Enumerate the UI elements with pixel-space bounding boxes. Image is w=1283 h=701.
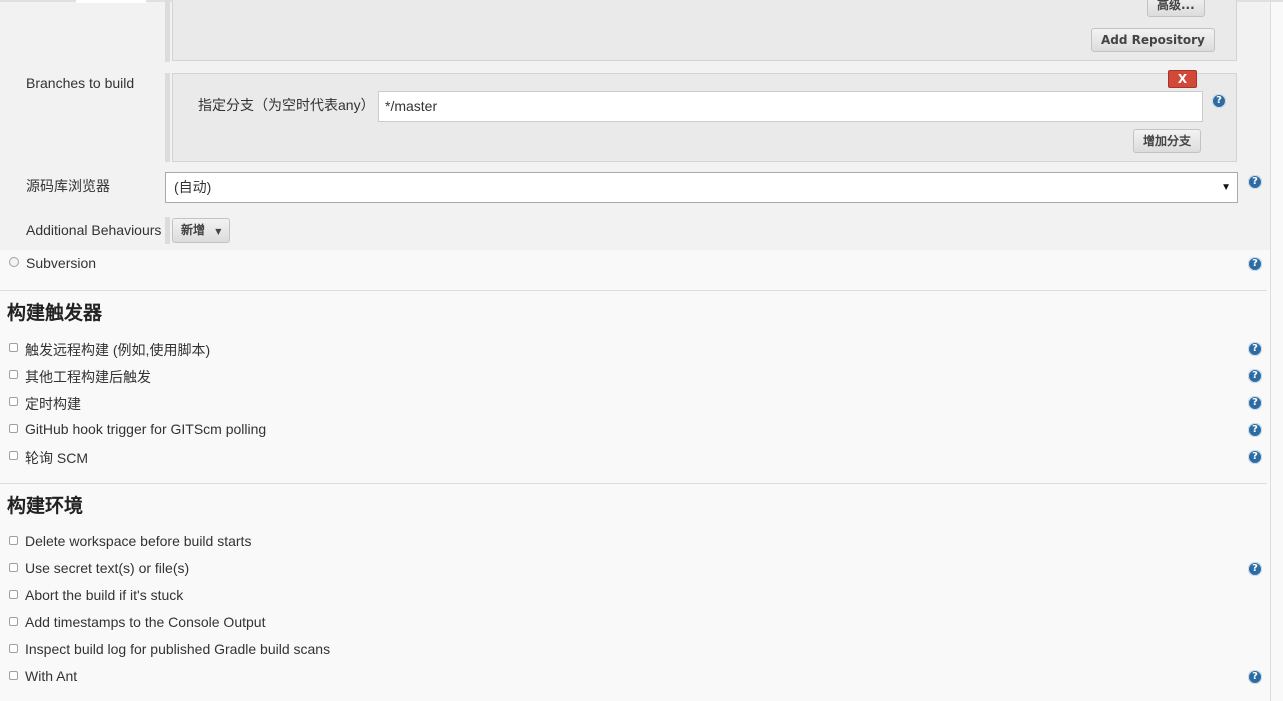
env-secret-text-checkbox[interactable]: [9, 563, 18, 572]
delete-branch-button[interactable]: X: [1168, 70, 1197, 88]
advanced-button[interactable]: 高级...: [1147, 0, 1205, 17]
trigger-poll-scm-checkbox[interactable]: [9, 451, 18, 460]
env-with-ant-label: With Ant: [25, 668, 78, 684]
dropdown-caret-icon: ▼: [215, 227, 222, 236]
env-gradle-scans-checkbox[interactable]: [9, 644, 18, 653]
env-secret-text-help-icon[interactable]: ?: [1248, 562, 1262, 576]
repository-browser-help-icon[interactable]: ?: [1248, 175, 1262, 189]
repositories-indent-bar: [165, 0, 170, 62]
trigger-after-other-help-icon[interactable]: ?: [1248, 369, 1262, 383]
build-triggers-title: 构建触发器: [7, 302, 103, 324]
section-divider-triggers: [0, 290, 1267, 291]
env-timestamps-checkbox[interactable]: [9, 617, 18, 626]
build-environment-title: 构建环境: [7, 495, 84, 517]
trigger-after-other-checkbox[interactable]: [9, 370, 18, 379]
env-abort-stuck-checkbox[interactable]: [9, 590, 18, 599]
behaviours-indent-bar: [165, 217, 170, 244]
add-repository-button[interactable]: Add Repository: [1091, 28, 1215, 52]
trigger-github-hook-help-icon[interactable]: ?: [1248, 423, 1262, 437]
add-behaviour-button[interactable]: 新增 ▼: [172, 218, 231, 243]
env-delete-workspace-label: Delete workspace before build starts: [25, 533, 252, 549]
env-with-ant-help-icon[interactable]: ?: [1248, 670, 1262, 684]
subversion-help-icon[interactable]: ?: [1248, 257, 1262, 271]
branches-indent-bar: [165, 73, 170, 162]
repository-browser-selected: (自动): [174, 179, 212, 195]
trigger-poll-scm-help-icon[interactable]: ?: [1248, 450, 1262, 464]
env-timestamps-label: Add timestamps to the Console Output: [25, 614, 266, 630]
subversion-label: Subversion: [26, 255, 97, 271]
subversion-radio[interactable]: [9, 257, 19, 267]
branch-specifier-help-icon[interactable]: ?: [1212, 94, 1226, 108]
repository-browser-label: 源码库浏览器: [26, 178, 110, 194]
env-secret-text-label: Use secret text(s) or file(s): [25, 560, 190, 576]
trigger-github-hook-label: GitHub hook trigger for GITScm polling: [25, 421, 267, 437]
page-right-border: [1270, 0, 1271, 701]
trigger-periodic-help-icon[interactable]: ?: [1248, 396, 1262, 410]
chevron-down-icon: ▼: [1221, 182, 1231, 193]
add-branch-button[interactable]: 增加分支: [1133, 129, 1202, 153]
active-tab-indicator: [76, 0, 146, 3]
env-abort-stuck-label: Abort the build if it's stuck: [25, 587, 184, 603]
branch-specifier-label: 指定分支（为空时代表any）: [198, 97, 375, 113]
trigger-remote-help-icon[interactable]: ?: [1248, 342, 1262, 356]
env-gradle-scans-label: Inspect build log for published Gradle b…: [25, 641, 331, 657]
section-divider-environment: [0, 483, 1267, 484]
trigger-after-other-label: 其他工程构建后触发: [25, 369, 151, 385]
trigger-periodic-label: 定时构建: [25, 396, 81, 412]
branch-specifier-input[interactable]: */master: [378, 91, 1203, 122]
branches-to-build-label: Branches to build: [26, 75, 135, 91]
env-with-ant-checkbox[interactable]: [9, 671, 18, 680]
trigger-github-hook-checkbox[interactable]: [9, 424, 18, 433]
trigger-periodic-checkbox[interactable]: [9, 397, 18, 406]
trigger-remote-label: 触发远程构建 (例如,使用脚本): [25, 342, 211, 358]
trigger-poll-scm-label: 轮询 SCM: [25, 450, 88, 466]
env-delete-workspace-checkbox[interactable]: [9, 536, 18, 545]
trigger-remote-checkbox[interactable]: [9, 343, 18, 352]
additional-behaviours-label: Additional Behaviours: [26, 222, 162, 238]
add-behaviour-label: 新增: [181, 223, 206, 237]
repositories-box: [172, 0, 1237, 61]
repository-browser-select[interactable]: (自动) ▼: [165, 172, 1238, 203]
